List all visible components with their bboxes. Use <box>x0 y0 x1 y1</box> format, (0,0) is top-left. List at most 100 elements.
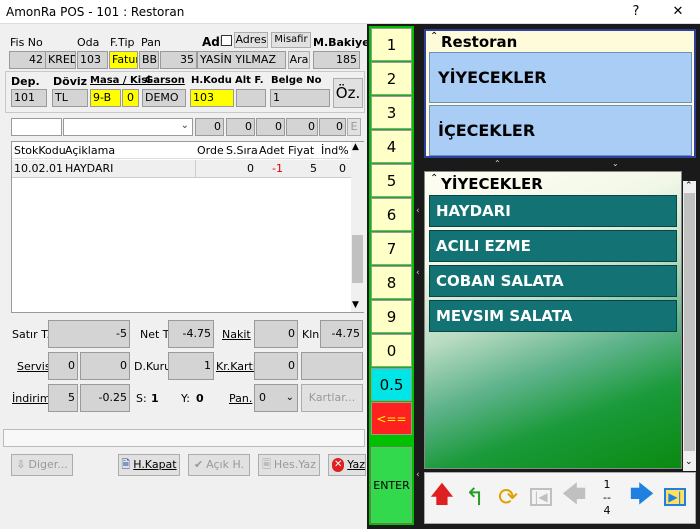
col-ind[interactable]: İnd% <box>321 144 349 157</box>
oz-button[interactable]: Öz. <box>333 78 363 108</box>
product-acili-ezme[interactable]: ACILI EZME <box>429 230 677 262</box>
first-page-icon[interactable]: |◀ <box>526 474 556 520</box>
masa-field[interactable]: 9-B <box>90 89 121 107</box>
splitter-down-icon[interactable]: ⌄ <box>612 159 619 168</box>
cell-order <box>195 160 226 177</box>
ara-button[interactable]: Ara <box>288 51 310 69</box>
category-yiyecekler[interactable]: YİYECEKLER <box>429 52 692 103</box>
last-page-icon[interactable]: ▶| <box>660 474 690 520</box>
belgeno-field[interactable]: 1 <box>270 89 330 107</box>
key-5[interactable]: 5 <box>371 164 412 197</box>
category-icecekler[interactable]: İÇECEKLER <box>429 105 692 156</box>
scroll-down-icon[interactable]: ⌄ <box>685 457 693 467</box>
pan-select[interactable]: 0 ⌄ <box>254 384 298 412</box>
col-adet[interactable]: Adet <box>259 144 284 157</box>
scroll-up-icon[interactable]: ⌃ <box>685 181 693 191</box>
arrow-right-icon[interactable]: 🡆 <box>627 474 657 520</box>
adi-field[interactable]: YASİN YILMAZ <box>197 51 286 69</box>
servis-field-2[interactable]: 0 <box>80 352 130 380</box>
product-coban-salata[interactable]: COBAN SALATA <box>429 265 677 297</box>
col-ssira[interactable]: S.Sıra <box>226 144 258 157</box>
scroll-up-icon[interactable]: ▲ <box>352 142 359 152</box>
oda-field[interactable]: 103 <box>77 51 108 69</box>
key-9[interactable]: 9 <box>371 300 412 333</box>
hkodu-label: H.Kodu <box>191 75 232 86</box>
product-haydari[interactable]: HAYDARI <box>429 195 677 227</box>
krkarti-field[interactable]: 0 <box>254 352 298 380</box>
belgeno-label: Belge No <box>271 75 322 86</box>
key-8[interactable]: 8 <box>371 266 412 299</box>
refresh-icon[interactable]: ⟳ <box>493 474 523 520</box>
servis-field-1[interactable]: 0 <box>48 352 78 380</box>
hkodu-field[interactable]: 103 <box>190 89 234 107</box>
table-row[interactable]: 10.02.01 HAYDARI 0 -1 5 0 <box>12 160 351 178</box>
key-0[interactable]: 0 <box>371 334 412 367</box>
collapse-icon[interactable]: ⌃ <box>430 31 438 42</box>
pan-field[interactable]: BB <box>139 51 159 69</box>
product-dropdown[interactable]: ⌄ <box>63 118 193 136</box>
key-3[interactable]: 3 <box>371 96 412 129</box>
altf-field[interactable] <box>236 89 266 107</box>
indirim-field-2[interactable]: -0.25 <box>80 384 130 412</box>
hesyaz-button[interactable]: 🗏 Hes.Yaz <box>258 454 320 476</box>
adres-button[interactable]: Adres <box>234 32 268 48</box>
splitter-left-arrow-icon[interactable]: ‹ <box>416 470 420 480</box>
acikh-button[interactable]: ✔ Açık H. <box>188 454 250 476</box>
e-button[interactable]: E <box>347 118 361 136</box>
garson-field[interactable]: DEMO <box>142 89 186 107</box>
nakit-field[interactable]: 0 <box>254 320 298 348</box>
col-fiyat[interactable]: Fiyat <box>288 144 314 157</box>
fis-no-field[interactable]: 42 <box>9 51 46 69</box>
masa-label[interactable]: Masa / Kisi <box>90 75 151 86</box>
dep-field[interactable]: 101 <box>11 89 47 107</box>
arrow-left-icon[interactable]: 🡄 <box>559 474 589 520</box>
indirim-label[interactable]: İndirim <box>12 392 51 405</box>
col-aciklama[interactable]: Açiklama <box>65 144 115 157</box>
adi-checkbox[interactable] <box>221 35 232 46</box>
s-label: S: <box>136 392 147 405</box>
key-half[interactable]: 0.5 <box>371 368 412 401</box>
nakit-label[interactable]: Nakit <box>222 328 251 341</box>
return-icon[interactable]: ↰ <box>460 474 490 520</box>
key-2[interactable]: 2 <box>371 62 412 95</box>
misafir-button[interactable]: Misafir <box>271 32 311 48</box>
table-scrollbar[interactable]: ▲ ▼ <box>351 142 364 312</box>
key-7[interactable]: 7 <box>371 232 412 265</box>
key-1[interactable]: 1 <box>371 28 412 61</box>
servis-label[interactable]: Servis <box>17 360 51 373</box>
arrow-up-icon[interactable]: 🡅 <box>427 474 457 520</box>
scroll-thumb[interactable] <box>352 235 363 283</box>
krkarti-label[interactable]: Kr.Karti <box>216 360 256 373</box>
col-stokkodu[interactable]: StokKodu <box>14 144 66 157</box>
splitter-up-icon[interactable]: ⌃ <box>494 159 501 168</box>
product-mevsim-salata[interactable]: MEVSIM SALATA <box>429 300 677 332</box>
collapse-icon[interactable]: ⌃ <box>430 173 438 184</box>
garson-label[interactable]: Garson <box>145 75 185 86</box>
mbakiye-label: M.Bakiye <box>313 36 370 49</box>
kisi-field[interactable]: 0 <box>122 89 139 107</box>
kartlar-button[interactable]: Kartlar... <box>301 384 363 412</box>
pan-no-field[interactable]: 35 <box>160 51 197 69</box>
key-6[interactable]: 6 <box>371 198 412 231</box>
indirim-field-1[interactable]: 5 <box>48 384 78 412</box>
key-backspace[interactable]: <== <box>371 402 412 435</box>
ftip-field[interactable]: Fatur <box>109 51 138 69</box>
hkapat-button[interactable]: 🗎 H.Kapat <box>118 454 180 476</box>
help-button[interactable]: ? <box>622 2 650 22</box>
key-4[interactable]: 4 <box>371 130 412 163</box>
splitter-left-arrow-icon[interactable]: ‹ <box>416 206 420 216</box>
kredi-field[interactable]: KRED <box>45 51 76 69</box>
diger-button[interactable]: ⇩ Diger... <box>11 454 73 476</box>
doviz-field[interactable]: TL <box>52 89 88 107</box>
close-button[interactable]: ✕ <box>664 2 692 22</box>
scroll-thumb[interactable] <box>684 193 695 451</box>
key-enter[interactable]: ENTER <box>371 447 412 523</box>
cell-adet: -1 <box>272 162 283 175</box>
product-scrollbar[interactable]: ⌃ ⌄ <box>683 181 696 471</box>
splitter-left-arrow-icon[interactable]: ‹ <box>416 268 420 278</box>
col-order[interactable]: Order <box>197 144 223 157</box>
stok-search-input[interactable] <box>11 118 62 136</box>
yazdir-button[interactable]: ✕ Yaz <box>328 454 366 476</box>
acikh-label: Açık H. <box>206 458 245 471</box>
scroll-down-icon[interactable]: ▼ <box>352 300 359 310</box>
